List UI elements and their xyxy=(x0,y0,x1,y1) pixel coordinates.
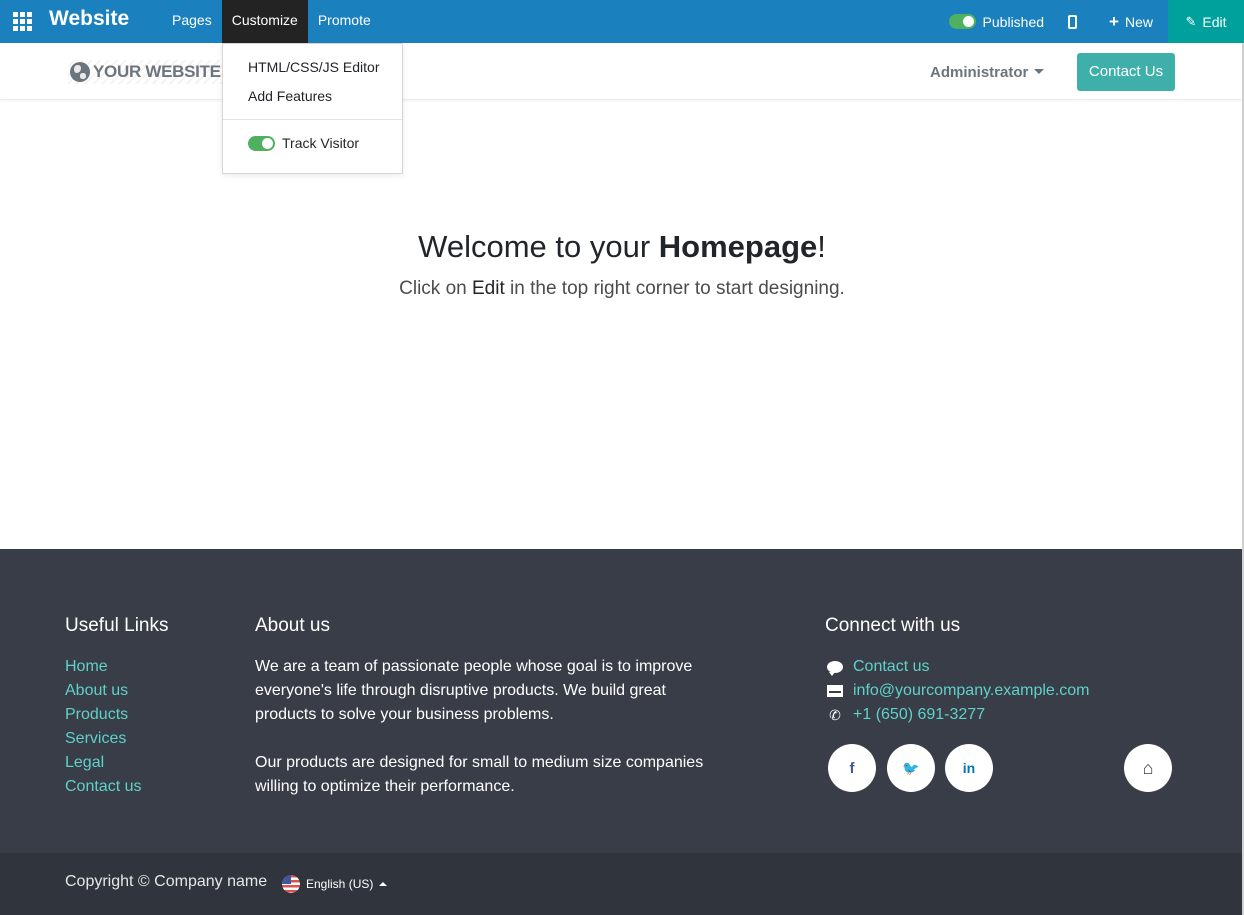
footer-link-about[interactable]: About us xyxy=(65,679,141,703)
html-css-js-editor-item[interactable]: HTML/CSS/JS Editor xyxy=(248,59,379,75)
toggle-switch-icon xyxy=(248,135,275,151)
footer-link-services[interactable]: Services xyxy=(65,727,141,751)
pencil-icon: ✎ xyxy=(1185,13,1197,29)
footer-link-home[interactable]: Home xyxy=(65,655,141,679)
homepage-hero: Welcome to your Homepage! Click on Edit … xyxy=(0,100,1244,549)
hero-subtitle-suffix: in the top right corner to start designi… xyxy=(504,278,845,299)
site-footer: Useful Links Home About us Products Serv… xyxy=(0,549,1244,853)
admin-tools: Published + New ✎ Edit xyxy=(948,0,1244,43)
edit-label: Edit xyxy=(1202,13,1227,30)
contact-link[interactable]: Contact us xyxy=(853,655,929,679)
contact-us-button[interactable]: Contact Us xyxy=(1077,53,1175,91)
linkedin-icon[interactable]: in xyxy=(945,744,993,792)
plus-icon: + xyxy=(1109,11,1119,31)
footer-link-legal[interactable]: Legal xyxy=(65,751,141,775)
connect-phone-item[interactable]: ✆ +1 (650) 691-3277 xyxy=(825,703,1090,727)
site-logo[interactable]: YOUR WEBSITE xyxy=(68,60,223,84)
add-features-item[interactable]: Add Features xyxy=(248,88,332,104)
new-button[interactable]: + New xyxy=(1109,11,1153,31)
edit-button[interactable]: ✎ Edit xyxy=(1168,0,1244,43)
language-label: English (US) xyxy=(306,877,374,891)
email-link[interactable]: info@yourcompany.example.com xyxy=(853,679,1090,703)
apps-grid-icon[interactable] xyxy=(13,12,32,31)
logo-text: YOUR WEBSITE xyxy=(93,62,221,81)
envelope-icon xyxy=(825,685,845,697)
menu-customize[interactable]: Customize xyxy=(221,0,308,43)
published-toggle[interactable]: Published xyxy=(948,13,1045,30)
language-selector[interactable]: English (US) xyxy=(282,875,388,893)
footer-link-contact[interactable]: Contact us xyxy=(65,775,141,799)
copyright-bar: Copyright © Company name English (US) xyxy=(0,853,1244,915)
customize-dropdown: HTML/CSS/JS Editor Add Features Track Vi… xyxy=(222,43,403,174)
website-app: Website Pages Customize Promote Publishe… xyxy=(0,0,1244,915)
track-visitor-toggle[interactable]: Track Visitor xyxy=(248,135,359,151)
published-label: Published xyxy=(982,13,1045,30)
comment-icon xyxy=(825,661,845,676)
facebook-icon[interactable]: f xyxy=(828,744,876,792)
user-menu-label: Administrator xyxy=(930,64,1029,81)
hero-title-bold: Homepage xyxy=(658,229,818,264)
about-paragraph-1: We are a team of passionate people whose… xyxy=(255,658,693,723)
hero-title-suffix: ! xyxy=(817,229,826,264)
about-title: About us xyxy=(255,615,330,636)
about-paragraph-2: Our products are designed for small to m… xyxy=(255,754,704,795)
menu-pages[interactable]: Pages xyxy=(162,0,222,43)
menu-promote[interactable]: Promote xyxy=(308,0,381,43)
dropdown-divider xyxy=(223,119,402,120)
footer-link-products[interactable]: Products xyxy=(65,703,141,727)
hero-subtitle: Click on Edit in the top right corner to… xyxy=(0,278,1244,300)
hero-subtitle-bold: Edit xyxy=(472,278,505,299)
admin-menu: Pages Customize Promote xyxy=(162,0,381,43)
caret-down-icon xyxy=(1034,69,1045,74)
admin-navbar: Website Pages Customize Promote Publishe… xyxy=(0,0,1244,43)
hero-title: Welcome to your Homepage! xyxy=(0,229,1244,265)
phone-link[interactable]: +1 (650) 691-3277 xyxy=(853,703,985,727)
hero-title-prefix: Welcome to your xyxy=(418,229,659,264)
mobile-preview-icon[interactable] xyxy=(1068,14,1078,29)
app-brand[interactable]: Website xyxy=(49,7,129,31)
connect-contact-item[interactable]: Contact us xyxy=(825,655,1090,679)
toggle-switch-icon xyxy=(948,14,976,29)
caret-up-icon xyxy=(379,882,388,886)
user-menu[interactable]: Administrator xyxy=(930,64,1045,81)
us-flag-icon xyxy=(282,875,300,893)
useful-links-list: Home About us Products Services Legal Co… xyxy=(65,655,141,799)
connect-title: Connect with us xyxy=(825,615,961,636)
connect-email-item[interactable]: info@yourcompany.example.com xyxy=(825,679,1090,703)
home-icon[interactable]: ⌂ xyxy=(1124,744,1172,792)
new-label: New xyxy=(1124,13,1153,30)
hero-subtitle-prefix: Click on xyxy=(399,278,472,299)
phone-icon: ✆ xyxy=(829,707,841,723)
connect-list: Contact us info@yourcompany.example.com … xyxy=(825,655,1090,727)
globe-icon xyxy=(70,62,90,82)
site-header: YOUR WEBSITE Administrator Contact Us xyxy=(0,43,1244,100)
about-text: We are a team of passionate people whose… xyxy=(255,655,715,799)
copyright-text: Copyright © Company name xyxy=(65,873,268,890)
useful-links-title: Useful Links xyxy=(65,615,169,636)
twitter-icon[interactable]: 🐦 xyxy=(887,744,935,792)
track-visitor-label: Track Visitor xyxy=(282,135,360,151)
